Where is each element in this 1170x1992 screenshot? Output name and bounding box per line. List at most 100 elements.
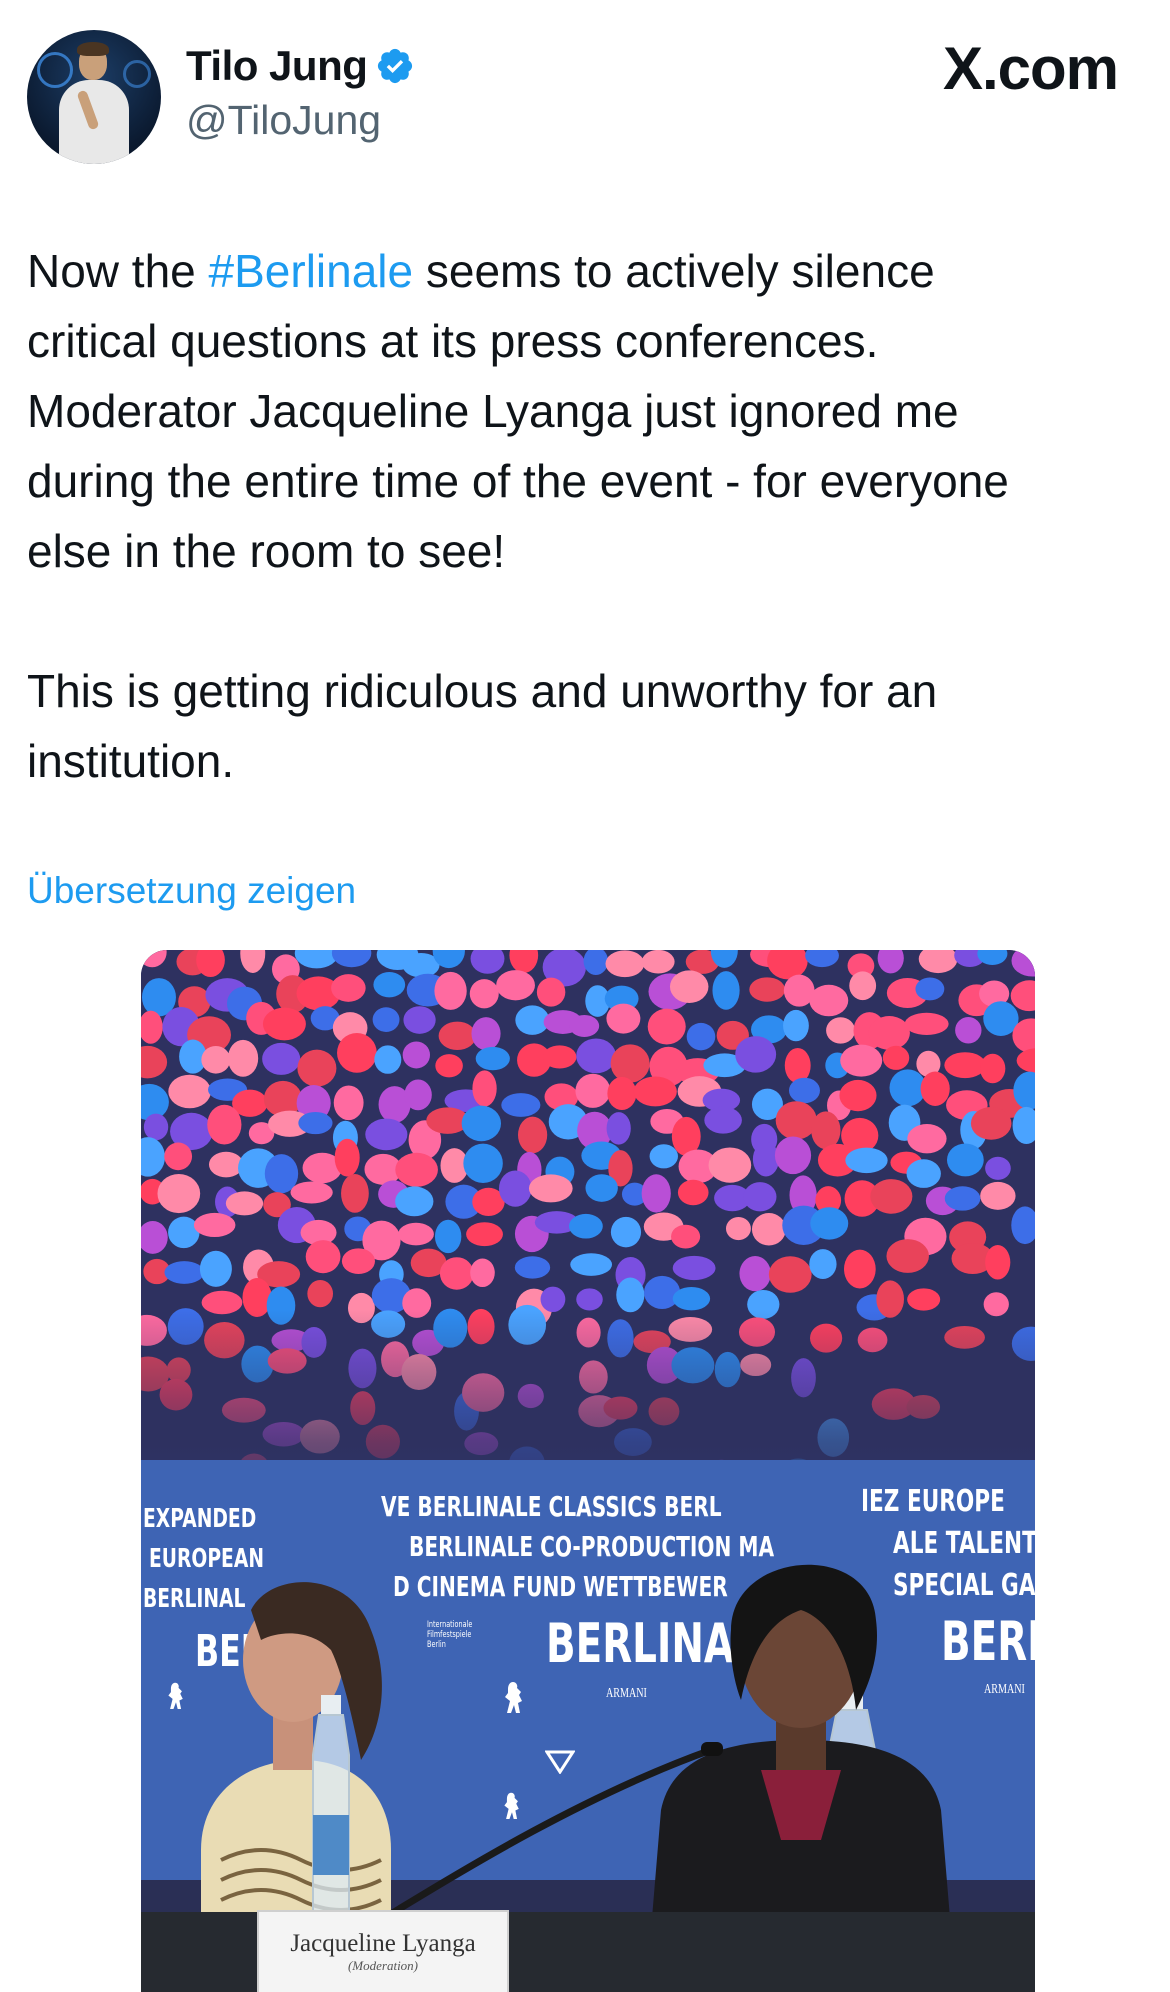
site-label: X.com	[942, 35, 1119, 102]
mosaic-tile	[775, 1101, 817, 1140]
mosaic-tile	[576, 1288, 603, 1311]
tweet-header: Tilo Jung @TiloJung X.com	[0, 0, 1170, 180]
mosaic-tile	[669, 970, 709, 1003]
mosaic-tile	[227, 1039, 259, 1077]
user-handle[interactable]: @TiloJung	[186, 97, 381, 144]
mosaic-tile	[944, 1052, 986, 1079]
mosaic-tile	[568, 1213, 603, 1239]
festival-logo-text: Internationale Filmfestspiele Berlin	[427, 1620, 473, 1650]
mosaic-tile	[839, 1079, 877, 1112]
mosaic-tile	[143, 1113, 169, 1141]
hashtag-link[interactable]: #Berlinale	[209, 245, 414, 297]
mosaic-tile	[810, 1207, 849, 1240]
mosaic-tile	[402, 1041, 431, 1069]
mosaic-tile	[904, 1012, 949, 1036]
mosaic-tile	[365, 1118, 408, 1151]
mosaic-tile	[970, 1107, 1012, 1140]
mosaic-tile	[297, 1049, 337, 1087]
mosaic-tile	[434, 1219, 462, 1254]
mosaic-tile	[193, 1212, 236, 1238]
mosaic-tile	[576, 1038, 616, 1074]
mosaic-tile	[868, 1016, 910, 1050]
tweet-text: Now the #Berlinale seems to actively sil…	[27, 236, 1147, 796]
mosaic-tile	[575, 1073, 611, 1108]
mosaic-tile	[307, 1279, 334, 1308]
mosaic-tile	[918, 950, 958, 974]
mosaic-tile	[395, 1186, 434, 1217]
mosaic-tile	[341, 1248, 375, 1274]
mosaic-tile	[470, 1258, 495, 1288]
mosaic-tile	[141, 1221, 168, 1254]
bear-logo-icon	[505, 1682, 522, 1713]
avatar-hair	[77, 42, 109, 56]
mosaic-tile	[207, 1104, 242, 1145]
translate-link[interactable]: Übersetzung zeigen	[27, 870, 356, 912]
mosaic-tile	[1011, 950, 1035, 977]
mosaic-tile	[439, 1257, 474, 1290]
mosaic-tile	[641, 950, 675, 974]
mosaic-tile	[979, 1053, 1006, 1084]
mosaic-tile	[886, 1239, 929, 1273]
mosaic-tile	[606, 1112, 631, 1145]
mosaic-tile	[337, 1032, 377, 1073]
mosaic-tile	[470, 950, 505, 974]
mosaic-tile	[374, 1045, 402, 1074]
mosaic-tile	[672, 1255, 716, 1281]
verified-badge-icon	[378, 48, 413, 84]
mosaic-tile	[461, 1105, 502, 1142]
mosaic-tile	[434, 971, 467, 1010]
mosaic-tile	[1010, 980, 1035, 1012]
mosaic-tile	[475, 1046, 510, 1071]
mosaic-tile	[840, 1044, 883, 1077]
mosaic-tile	[1016, 1048, 1035, 1073]
mosaic-tile	[201, 1045, 231, 1074]
mosaic-tile	[398, 1222, 434, 1246]
moderator-nameplate: Jacqueline Lyanga (Moderation)	[257, 1910, 509, 1992]
mosaic-tile	[404, 1079, 432, 1111]
mosaic-tile	[811, 1111, 841, 1150]
mosaic-tile	[809, 984, 849, 1017]
mosaic-tile	[985, 1156, 1011, 1180]
mosaic-tile	[985, 1245, 1011, 1280]
mosaic-tile	[616, 1277, 645, 1313]
mosaic-tile	[585, 1174, 618, 1202]
mosaic-tile	[809, 1249, 837, 1279]
mosaic-tile	[199, 1250, 232, 1287]
mosaic-tile	[262, 1042, 301, 1075]
mosaic-tile	[849, 971, 877, 1001]
nameplate-name: Jacqueline Lyanga	[290, 1930, 476, 1957]
mosaic-tile	[610, 1216, 642, 1248]
water-bottle	[301, 1695, 361, 1926]
mosaic-tile	[920, 1071, 950, 1106]
mosaic-tile	[469, 979, 499, 1009]
mosaic-tile	[157, 1173, 201, 1214]
mosaic-tile	[435, 1054, 463, 1078]
mosaic-tile	[168, 1216, 200, 1249]
mosaic-tile	[752, 1141, 780, 1177]
mosaic-tile	[751, 1213, 786, 1246]
mosaic-tile	[540, 1286, 566, 1313]
mosaic-tile	[542, 1045, 577, 1069]
mosaic-tile	[946, 1143, 984, 1177]
mosaic-tile	[514, 1256, 551, 1279]
mosaic-tile	[341, 1173, 369, 1213]
user-avatar[interactable]	[27, 30, 161, 164]
tweet-text-start: Now the	[27, 245, 209, 297]
mosaic-tile	[517, 1116, 548, 1154]
mosaic-tile	[708, 1147, 752, 1183]
mosaic-tile	[805, 950, 839, 968]
mosaic-tile	[509, 950, 539, 973]
tweet-photo[interactable]: EXPANDED EUROPEAN BERLINAL BER VE BERLIN…	[141, 950, 1035, 1992]
mosaic-tile	[906, 1159, 941, 1188]
mosaic-tile	[955, 1016, 982, 1044]
display-name[interactable]: Tilo Jung	[186, 42, 368, 90]
mosaic-tile	[1011, 1206, 1035, 1245]
mosaic-tile	[907, 1124, 947, 1154]
mosaic-tile	[334, 1138, 360, 1177]
mosaic-tile	[583, 950, 609, 975]
mosaic-tile	[672, 1287, 711, 1311]
mosaic-tile	[712, 971, 740, 1010]
mosaic-tile	[290, 1181, 333, 1204]
mosaic-tile	[845, 1147, 888, 1174]
mosaic-tile	[686, 1022, 716, 1051]
